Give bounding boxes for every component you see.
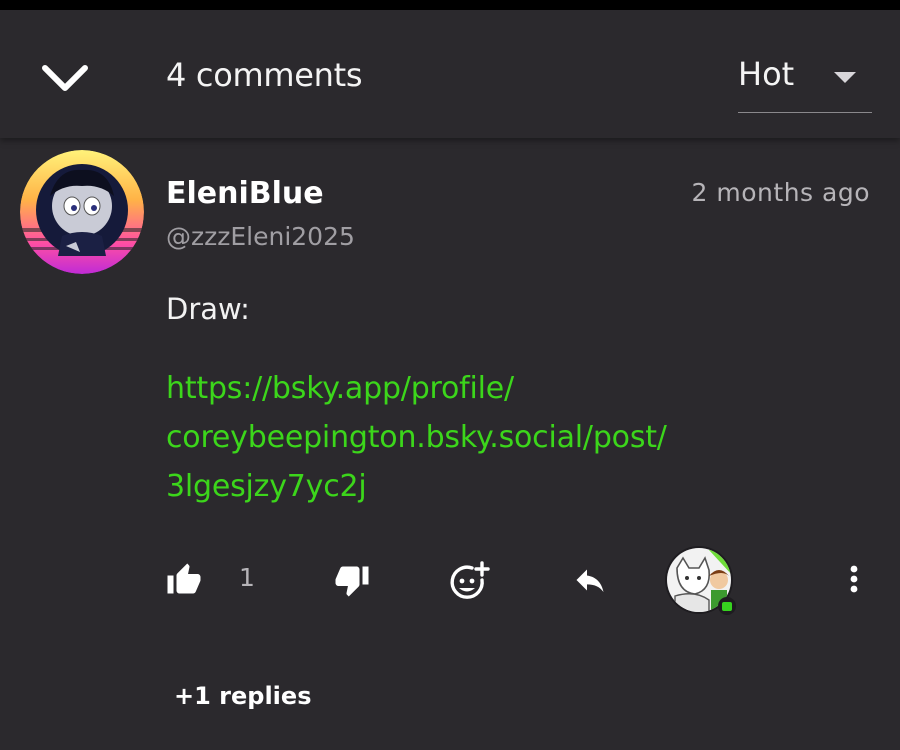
comments-header: 4 comments Hot bbox=[0, 10, 900, 138]
reply-button[interactable] bbox=[570, 562, 610, 598]
comment-author-handle: @zzzEleni2025 bbox=[166, 222, 355, 251]
comment-link-line: https://bsky.app/profile/ bbox=[166, 371, 514, 406]
thumbs-up-icon bbox=[167, 563, 201, 594]
sort-selected-value: Hot bbox=[738, 55, 795, 93]
sort-dropdown[interactable]: Hot bbox=[738, 50, 872, 113]
add-reaction-icon bbox=[450, 561, 490, 599]
chat-bubble-icon bbox=[722, 601, 732, 611]
add-reaction-button[interactable] bbox=[448, 560, 490, 602]
chevron-down-icon bbox=[42, 65, 88, 91]
online-status-badge bbox=[718, 597, 736, 615]
comment-author-name[interactable]: EleniBlue bbox=[166, 176, 324, 211]
collapse-comments-button[interactable] bbox=[38, 58, 92, 98]
dislike-button[interactable] bbox=[334, 562, 370, 598]
more-options-button[interactable] bbox=[844, 562, 864, 598]
like-button[interactable] bbox=[166, 562, 202, 598]
view-replies-link[interactable]: +1 replies bbox=[174, 682, 311, 710]
comment-count: 4 comments bbox=[166, 56, 363, 94]
comment-link[interactable]: https://bsky.app/profile/ coreybeepingto… bbox=[166, 364, 766, 511]
caret-down-icon bbox=[834, 72, 856, 83]
comment-link-line: 3lgesjzy7yc2j bbox=[166, 469, 367, 504]
status-bar-strip bbox=[0, 0, 900, 10]
thumbs-down-icon bbox=[335, 566, 369, 597]
avatar-image bbox=[20, 150, 144, 274]
more-vertical-icon bbox=[850, 565, 858, 593]
comment-link-line: coreybeepington.bsky.social/post/ bbox=[166, 420, 667, 455]
like-count: 1 bbox=[239, 563, 255, 592]
reply-icon bbox=[576, 569, 604, 592]
comment-text: Draw: bbox=[166, 292, 250, 326]
comment-timestamp: 2 months ago bbox=[691, 178, 870, 207]
avatar[interactable] bbox=[20, 150, 144, 274]
